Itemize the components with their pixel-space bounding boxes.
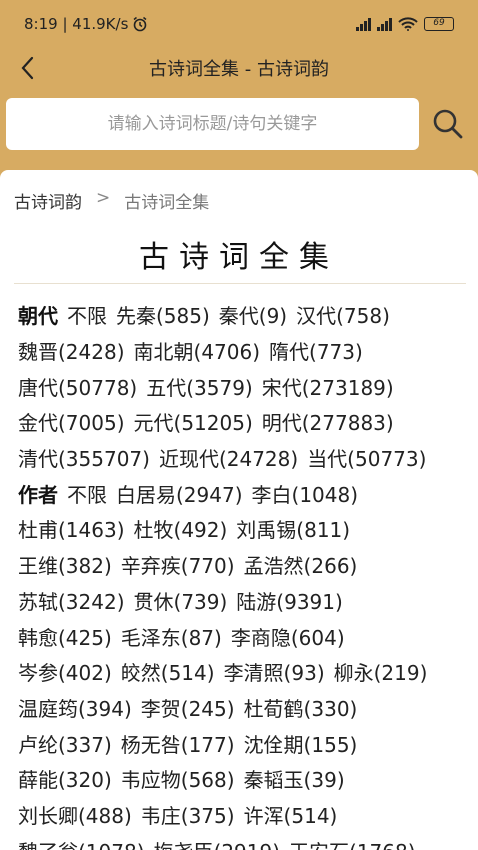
filter-row: 苏轼(3242) 贯休(739) 陆游(9391) <box>18 583 468 619</box>
filter-row: 朝代 不限 先秦(585) 秦代(9) 汉代(758) <box>18 297 468 333</box>
filter-option[interactable]: 杜甫(1463) <box>18 514 125 543</box>
breadcrumb: 古诗词韵 > 古诗词全集 <box>14 188 209 213</box>
filter-row: 金代(7005) 元代(51205) 明代(277883) <box>18 404 468 440</box>
filter-option[interactable]: 沈佺期(155) <box>244 729 358 758</box>
filter-row: 清代(355707) 近现代(24728) 当代(50773) <box>18 440 468 476</box>
filter-option[interactable]: 柳永(219) <box>334 657 428 686</box>
filter-list: 朝代 不限 先秦(585) 秦代(9) 汉代(758) 魏晋(2428) 南北朝(4706)… <box>18 297 468 850</box>
filter-option[interactable]: 韩愈(425) <box>18 622 112 651</box>
wifi-icon <box>398 17 418 31</box>
filter-option[interactable]: 许浑(514) <box>244 800 338 829</box>
chevron-left-icon <box>21 56 34 80</box>
content-panel: 古诗词韵 > 古诗词全集 古诗词全集 朝代 不限 先秦(585) 秦代(9) 汉代(75… <box>0 170 478 850</box>
filter-option[interactable]: 李白(1048) <box>252 479 359 508</box>
alarm-icon <box>133 16 147 32</box>
filter-option[interactable]: 杨无咎(177) <box>121 729 235 758</box>
filter-option[interactable]: 不限 <box>67 479 107 508</box>
filter-label: 作者 <box>18 482 58 507</box>
filter-option[interactable]: 苏轼(3242) <box>18 586 125 615</box>
filter-option[interactable]: 薛能(320) <box>18 764 112 793</box>
filter-row: 唐代(50778) 五代(3579) 宋代(273189) <box>18 368 468 404</box>
filter-option[interactable]: 韦庄(375) <box>141 800 235 829</box>
filter-option[interactable]: 毛泽东(87) <box>121 622 222 651</box>
status-time-speed: 8:19 | 41.9K/s <box>24 15 129 33</box>
search-bar <box>0 96 478 152</box>
filter-option[interactable]: 辛弃疾(770) <box>121 550 235 579</box>
page-title: 古诗词全集 <box>139 240 339 275</box>
filter-row: 薛能(320) 韦应物(568) 秦韬玉(39) <box>18 761 468 797</box>
filter-row: 温庭筠(394) 李贺(245) 杜荀鹤(330) <box>18 690 468 726</box>
breadcrumb-home[interactable]: 古诗词韵 <box>14 188 82 213</box>
filter-option[interactable]: 宋代(273189) <box>262 372 394 401</box>
filter-option[interactable]: 秦代(9) <box>219 300 287 329</box>
filter-option[interactable]: 孟浩然(266) <box>244 550 358 579</box>
filter-option[interactable]: 魏晋(2428) <box>18 336 125 365</box>
title-bar: 古诗词全集 - 古诗词韵 <box>0 48 478 88</box>
filter-option[interactable]: 南北朝(4706) <box>134 336 261 365</box>
battery-icon: 69 <box>424 17 454 31</box>
filter-option[interactable]: 李清照(93) <box>224 657 325 686</box>
filter-option[interactable]: 金代(7005) <box>18 407 125 436</box>
filter-option[interactable]: 汉代(758) <box>296 300 390 329</box>
filter-row: 王维(382) 辛弃疾(770) 孟浩然(266) <box>18 547 468 583</box>
filter-option[interactable]: 五代(3579) <box>146 372 253 401</box>
filter-option[interactable]: 李商隐(604) <box>231 622 345 651</box>
filter-option[interactable]: 杜牧(492) <box>134 514 228 543</box>
filter-option[interactable]: 魏了翁(1078) <box>18 836 145 850</box>
filter-row: 韩愈(425) 毛泽东(87) 李商隐(604) <box>18 618 468 654</box>
filter-option[interactable]: 当代(50773) <box>307 443 426 472</box>
filter-option[interactable]: 唐代(50778) <box>18 372 137 401</box>
filter-option[interactable]: 皎然(514) <box>121 657 215 686</box>
breadcrumb-current: 古诗词全集 <box>124 193 210 213</box>
search-icon <box>433 109 463 139</box>
filter-option[interactable]: 元代(51205) <box>134 407 253 436</box>
filter-row: 卢纶(337) 杨无咎(177) 沈佺期(155) <box>18 725 468 761</box>
back-button[interactable] <box>14 54 42 82</box>
filter-option[interactable]: 王安石(1768) <box>289 836 416 850</box>
search-button[interactable] <box>430 106 466 142</box>
filter-option[interactable]: 白居易(2947) <box>116 479 243 508</box>
filter-row: 刘长卿(488) 韦庄(375) 许浑(514) <box>18 797 468 833</box>
filter-option[interactable]: 刘长卿(488) <box>18 800 132 829</box>
filter-option[interactable]: 陆游(9391) <box>236 586 343 615</box>
signal-icon <box>356 17 371 31</box>
filter-option[interactable]: 不限 <box>67 300 107 329</box>
filter-option[interactable]: 清代(355707) <box>18 443 150 472</box>
signal-icon <box>377 17 392 31</box>
filter-option[interactable]: 卢纶(337) <box>18 729 112 758</box>
filter-row: 杜甫(1463) 杜牧(492) 刘禹锡(811) <box>18 511 468 547</box>
filter-row: 作者 不限 白居易(2947) 李白(1048) <box>18 475 468 511</box>
filter-option[interactable]: 明代(277883) <box>262 407 394 436</box>
breadcrumb-separator: > <box>96 188 111 208</box>
divider <box>14 283 466 284</box>
search-input[interactable] <box>6 98 419 150</box>
filter-option[interactable]: 杜荀鹤(330) <box>244 693 358 722</box>
page-header-title: 古诗词全集 - 古诗词韵 <box>149 59 329 80</box>
filter-option[interactable]: 贯休(739) <box>134 586 228 615</box>
filter-row: 岑参(402) 皎然(514) 李清照(93) 柳永(219) <box>18 654 468 690</box>
filter-option[interactable]: 秦韬玉(39) <box>244 764 345 793</box>
filter-option[interactable]: 李贺(245) <box>141 693 235 722</box>
filter-option[interactable]: 隋代(773) <box>269 336 363 365</box>
status-bar: 8:19 | 41.9K/s 69 <box>0 0 478 48</box>
filter-option[interactable]: 近现代(24728) <box>159 443 298 472</box>
filter-option[interactable]: 王维(382) <box>18 550 112 579</box>
filter-option[interactable]: 韦应物(568) <box>121 764 235 793</box>
filter-option[interactable]: 刘禹锡(811) <box>236 514 350 543</box>
filter-row: 魏晋(2428) 南北朝(4706) 隋代(773) <box>18 333 468 369</box>
filter-label: 朝代 <box>18 304 58 329</box>
filter-option[interactable]: 温庭筠(394) <box>18 693 132 722</box>
filter-option[interactable]: 岑参(402) <box>18 657 112 686</box>
filter-row: 魏了翁(1078) 梅尧臣(2919) 王安石(1768) <box>18 832 468 850</box>
filter-option[interactable]: 先秦(585) <box>116 300 210 329</box>
filter-option[interactable]: 梅尧臣(2919) <box>154 836 281 850</box>
